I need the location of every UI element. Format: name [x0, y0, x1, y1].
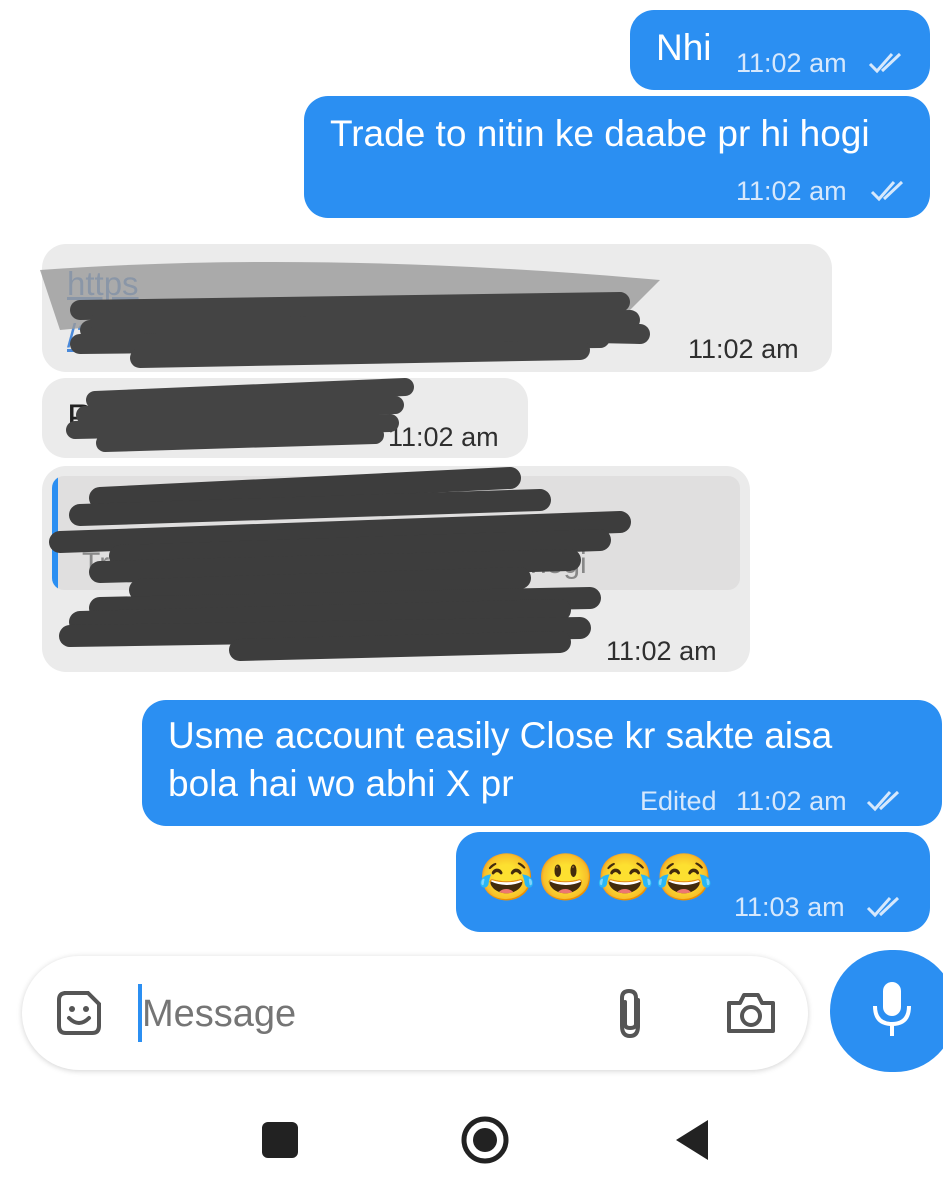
message-bubble-out[interactable]: Nhi 11:02 am: [630, 10, 930, 90]
message-bubble-in[interactable]: https /2 11:02 am: [42, 244, 832, 372]
message-time: 11:02 am: [736, 176, 847, 206]
message-time: 11:02 am: [736, 48, 847, 78]
double-check-icon: [868, 52, 902, 74]
message-text: Nhi: [656, 27, 712, 68]
message-bubble-out[interactable]: Usme account easily Close kr sakte aisa …: [142, 700, 942, 826]
message-text: Trade to nitin ke daabe pr hi hogi: [330, 113, 870, 154]
reply-preview[interactable]: Tr hogi: [52, 476, 740, 590]
nav-home-icon[interactable]: [459, 1114, 511, 1166]
mic-icon: [873, 982, 911, 1036]
message-bubble-in[interactable]: Tr hogi 11:02 am: [42, 466, 750, 672]
reply-accent-bar: [52, 476, 58, 590]
mic-button[interactable]: [830, 950, 943, 1072]
attach-icon[interactable]: [610, 986, 650, 1042]
camera-icon[interactable]: [724, 990, 778, 1036]
message-bubble-in[interactable]: R 11:02 am: [42, 378, 528, 458]
double-check-icon: [870, 180, 904, 202]
double-check-icon: [866, 896, 900, 918]
sticker-icon[interactable]: [54, 988, 104, 1038]
nav-square-button[interactable]: [262, 1122, 298, 1158]
message-composer: [22, 956, 808, 1070]
reply-preview-tail: hogi: [530, 547, 587, 580]
nav-back-icon[interactable]: [672, 1118, 712, 1162]
edited-label: Edited: [640, 786, 717, 816]
reply-preview-text: Tr: [82, 547, 110, 580]
message-text-line2: bola hai wo abhi X pr: [168, 763, 514, 804]
message-text-line1: Usme account easily Close kr sakte aisa: [168, 715, 833, 756]
message-time: 11:02 am: [688, 334, 799, 364]
message-input[interactable]: [140, 982, 584, 1046]
message-bubble-out[interactable]: 😂😃😂😂 11:03 am: [456, 832, 930, 932]
message-text: R: [67, 397, 94, 438]
message-time: 11:02 am: [388, 422, 499, 452]
message-link[interactable]: https: [67, 264, 139, 304]
message-time: 11:02 am: [606, 636, 717, 666]
message-bubble-out[interactable]: Trade to nitin ke daabe pr hi hogi 11:02…: [304, 96, 930, 218]
emoji-message: 😂😃😂😂: [478, 851, 716, 903]
message-time: 11:02 am: [736, 786, 847, 816]
message-time: 11:03 am: [734, 892, 845, 922]
double-check-icon: [866, 790, 900, 812]
message-link-line2[interactable]: /2: [67, 316, 95, 356]
